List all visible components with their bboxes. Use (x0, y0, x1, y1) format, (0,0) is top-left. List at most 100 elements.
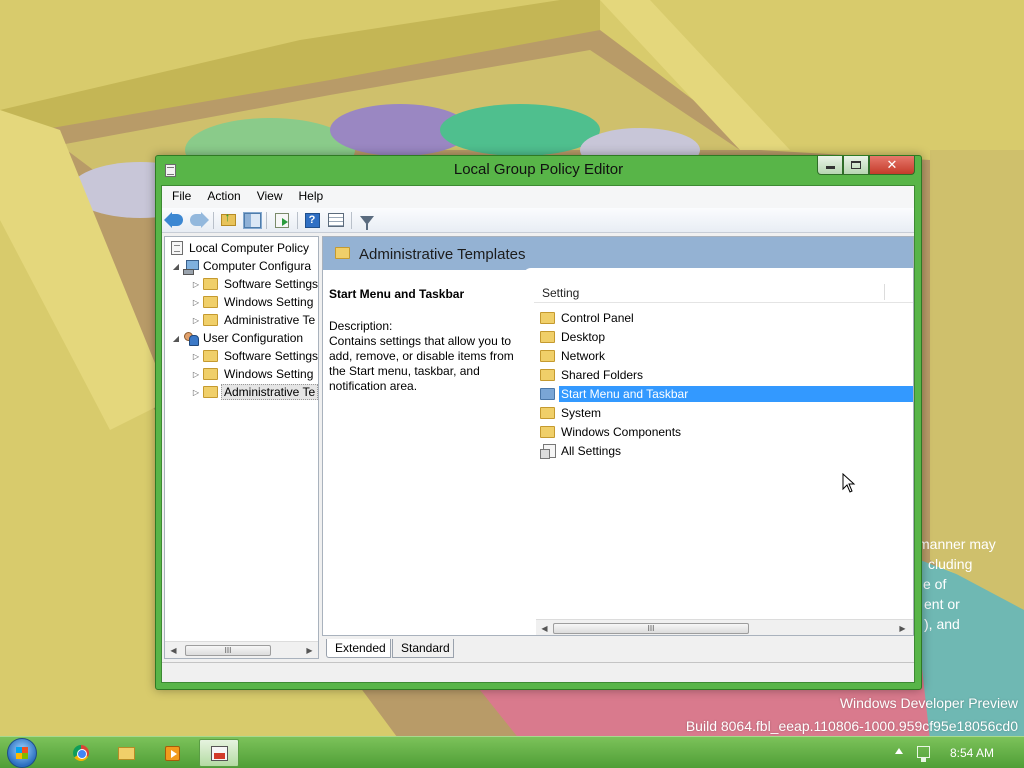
close-button[interactable]: ✕ (869, 156, 915, 175)
description-text: Contains settings that allow you to add,… (329, 334, 514, 393)
scrollbar-thumb[interactable]: III (553, 623, 749, 634)
list-item-label: Network (561, 348, 606, 363)
list-item-label: Desktop (561, 329, 606, 344)
expand-arrow-icon[interactable]: ▷ (191, 352, 201, 361)
folder-icon (540, 387, 555, 400)
policy-icon (171, 241, 183, 255)
tree-item-label: Local Computer Policy (189, 241, 310, 255)
start-button[interactable] (7, 738, 37, 768)
tree-item-administrative-templates[interactable]: ▷ Administrative Te (191, 311, 315, 329)
folder-icon (540, 406, 555, 419)
minimize-icon (825, 165, 835, 169)
folder-icon (203, 314, 218, 326)
tree-item-software-settings[interactable]: ▷ Software Settings (191, 275, 318, 293)
list-item-label: Shared Folders (561, 367, 644, 382)
show-hide-tree-icon (242, 211, 262, 229)
column-header-setting[interactable]: Setting (534, 281, 913, 303)
scroll-right-icon[interactable]: ▶ (301, 642, 318, 658)
details-horizontal-scrollbar[interactable]: ◀ III ▶ (536, 619, 913, 635)
folder-icon (540, 368, 555, 381)
show-hide-tree-button[interactable] (242, 211, 262, 229)
expand-arrow-icon[interactable]: ▷ (191, 370, 201, 379)
minimize-button[interactable] (817, 156, 843, 175)
taskbar-app-chrome[interactable] (67, 739, 95, 767)
tree-item-user-administrative-templates[interactable]: ▷ Administrative Te (191, 383, 318, 401)
tab-standard[interactable]: Standard (392, 639, 454, 658)
group-policy-editor-window[interactable]: Local Group Policy Editor ✕ File Action … (155, 155, 922, 690)
tree-item-local-computer-policy[interactable]: Local Computer Policy (171, 239, 309, 257)
up-folder-icon (220, 210, 236, 226)
back-button[interactable] (164, 211, 184, 229)
background-text-line: cluding (928, 556, 973, 572)
build-watermark-number: Build 8064.fbl_eeap.110806-1000.959cf95e… (685, 718, 1018, 734)
expand-arrow-icon[interactable]: ▷ (191, 316, 201, 325)
show-hidden-icons-icon[interactable] (895, 748, 903, 754)
tree-item-windows-settings[interactable]: ▷ Windows Setting (191, 293, 313, 311)
up-one-level-button[interactable] (219, 210, 237, 229)
maximize-button[interactable] (843, 156, 869, 175)
help-button[interactable]: ? (303, 211, 321, 229)
menu-action[interactable]: Action (197, 186, 246, 208)
tree-item-label: Computer Configura (203, 259, 312, 273)
details-header: Administrative Templates (323, 237, 913, 270)
tree-item-label: Windows Setting (224, 367, 314, 381)
forward-button[interactable] (189, 211, 209, 229)
expand-arrow-icon[interactable]: ▷ (191, 298, 201, 307)
menu-view[interactable]: View (247, 186, 289, 208)
tab-extended[interactable]: Extended (326, 639, 391, 658)
list-item-start-menu-and-taskbar[interactable]: Start Menu and Taskbar (536, 384, 913, 403)
expand-arrow-icon[interactable]: ▷ (191, 280, 201, 289)
scrollbar-thumb[interactable]: III (185, 645, 271, 656)
close-icon: ✕ (886, 157, 898, 172)
tree-horizontal-scrollbar[interactable]: ◀ III ▶ (165, 641, 318, 658)
list-item-control-panel[interactable]: Control Panel (536, 308, 913, 327)
scroll-right-icon[interactable]: ▶ (894, 620, 911, 635)
list-item-all-settings[interactable]: All Settings (536, 441, 913, 460)
menu-help[interactable]: Help (289, 186, 330, 208)
tree-item-user-configuration[interactable]: ◢ User Configuration (171, 329, 303, 347)
maximize-icon (851, 161, 861, 169)
menu-file[interactable]: File (162, 186, 197, 208)
list-item-windows-components[interactable]: Windows Components (536, 422, 913, 441)
toolbar-separator (297, 212, 298, 229)
tree-item-user-software-settings[interactable]: ▷ Software Settings (191, 347, 318, 365)
export-list-button[interactable] (273, 211, 291, 229)
toolbar-separator (266, 212, 267, 229)
title-bar[interactable]: Local Group Policy Editor ✕ (156, 156, 921, 184)
tree-item-user-windows-settings[interactable]: ▷ Windows Setting (191, 365, 313, 383)
all-settings-icon (540, 443, 556, 459)
filter-button[interactable] (358, 211, 376, 230)
folder-icon (203, 350, 218, 362)
list-item-shared-folders[interactable]: Shared Folders (536, 365, 913, 384)
users-icon (183, 331, 199, 346)
folder-icon (540, 425, 555, 438)
list-item-desktop[interactable]: Desktop (536, 327, 913, 346)
collapse-arrow-icon[interactable]: ◢ (171, 334, 181, 343)
taskbar-app-explorer[interactable] (112, 739, 140, 767)
scroll-left-icon[interactable]: ◀ (536, 620, 553, 635)
list-item-system[interactable]: System (536, 403, 913, 422)
list-item-label: Start Menu and Taskbar (559, 385, 913, 402)
view-tabs: Extended Standard (324, 639, 914, 659)
background-text-line: ent or (924, 596, 960, 612)
taskbar-app-media-player[interactable] (158, 739, 186, 767)
taskbar-clock[interactable]: 8:54 AM (950, 746, 994, 760)
navigation-tree[interactable]: Local Computer Policy ◢ Computer Configu… (164, 236, 319, 659)
taskbar-app-group-policy-editor[interactable] (199, 739, 239, 767)
toolbar-separator (213, 212, 214, 229)
collapse-arrow-icon[interactable]: ◢ (171, 262, 181, 271)
column-header-label: Setting (542, 286, 580, 300)
list-item-label: System (561, 405, 602, 420)
network-icon[interactable] (917, 746, 930, 762)
list-item-network[interactable]: Network (536, 346, 913, 365)
properties-button[interactable] (327, 211, 345, 229)
description-label: Description: (329, 319, 393, 333)
tree-item-computer-configuration[interactable]: ◢ Computer Configura (171, 257, 311, 275)
taskbar: 8:54 AM (0, 736, 1024, 768)
folder-icon (203, 296, 218, 308)
scroll-left-icon[interactable]: ◀ (165, 642, 182, 658)
folder-icon (203, 368, 218, 380)
expand-arrow-icon[interactable]: ▷ (191, 388, 201, 397)
column-divider[interactable] (884, 284, 885, 300)
toolbar-separator (351, 212, 352, 229)
